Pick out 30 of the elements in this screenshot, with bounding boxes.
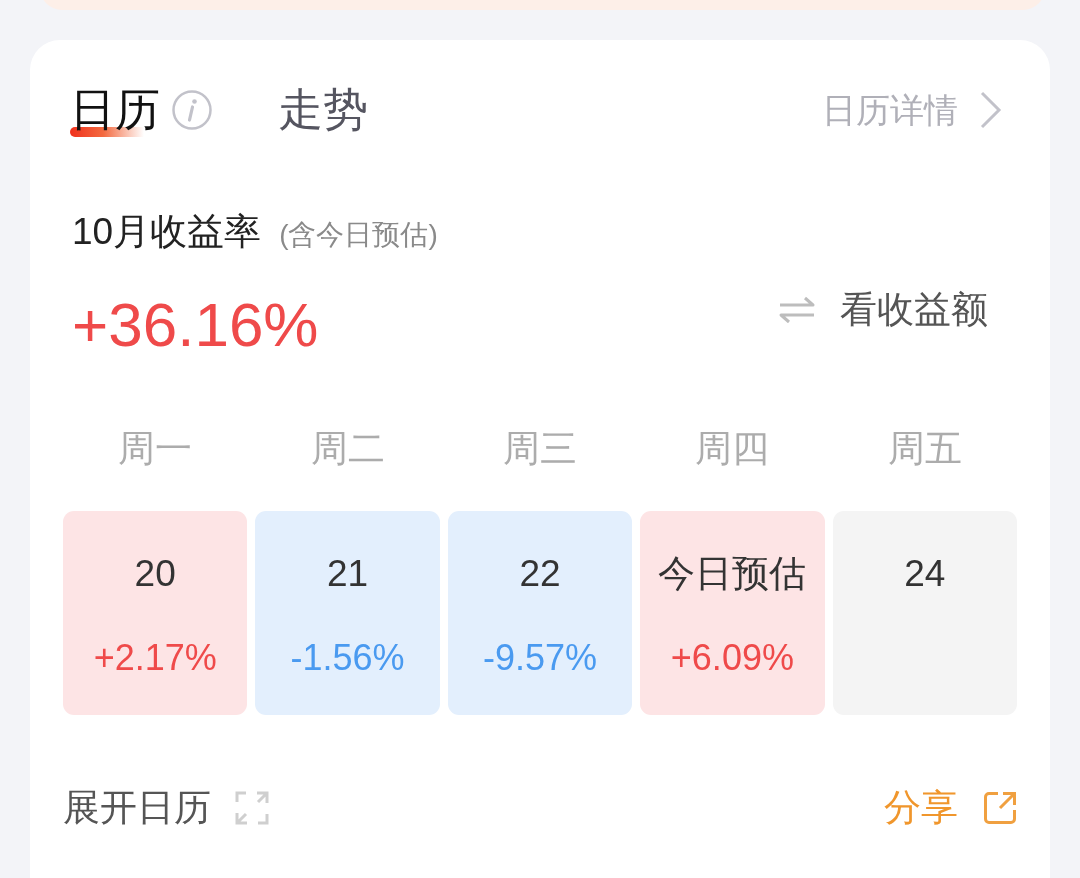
month-return-title: 10月收益率	[72, 210, 262, 254]
estimate-note: (含今日预估)	[279, 218, 438, 252]
info-icon[interactable]	[172, 90, 212, 130]
day-cell[interactable]: 22 -9.57%	[447, 511, 633, 715]
expand-icon	[235, 791, 269, 825]
day-label: 21	[327, 552, 369, 596]
day-return: -1.56%	[290, 636, 405, 680]
weekday-label: 周一	[118, 427, 193, 471]
chevron-right-icon	[978, 90, 1002, 130]
day-label: 20	[134, 552, 176, 596]
day-return: +2.17%	[93, 636, 217, 680]
tab[interactable]: 走势	[278, 80, 368, 140]
day-cell[interactable]: 20 +2.17%	[63, 511, 248, 715]
tab[interactable]: 日历	[70, 80, 160, 140]
day-cell[interactable]: 24	[832, 511, 1017, 715]
day-label: 24	[904, 552, 946, 596]
day-label: 22	[519, 552, 561, 596]
weekday-label: 周五	[887, 427, 962, 471]
expand-calendar-button[interactable]: 展开日历	[63, 783, 269, 833]
share-icon	[983, 791, 1017, 825]
day-return: +6.09%	[670, 636, 794, 680]
day-return: -9.57%	[482, 636, 598, 680]
month-return-value: +36.16%	[72, 289, 319, 361]
weekday-label: 周二	[310, 427, 385, 471]
day-label: 今日预估	[658, 552, 807, 596]
weekday-label: 周三	[503, 427, 577, 471]
weekday-label: 周四	[695, 427, 770, 471]
day-cell[interactable]: 今日预估 +6.09%	[640, 511, 825, 715]
show-amount-toggle[interactable]: 看收益额	[778, 285, 988, 335]
day-cell[interactable]: 21 -1.56%	[255, 511, 440, 715]
